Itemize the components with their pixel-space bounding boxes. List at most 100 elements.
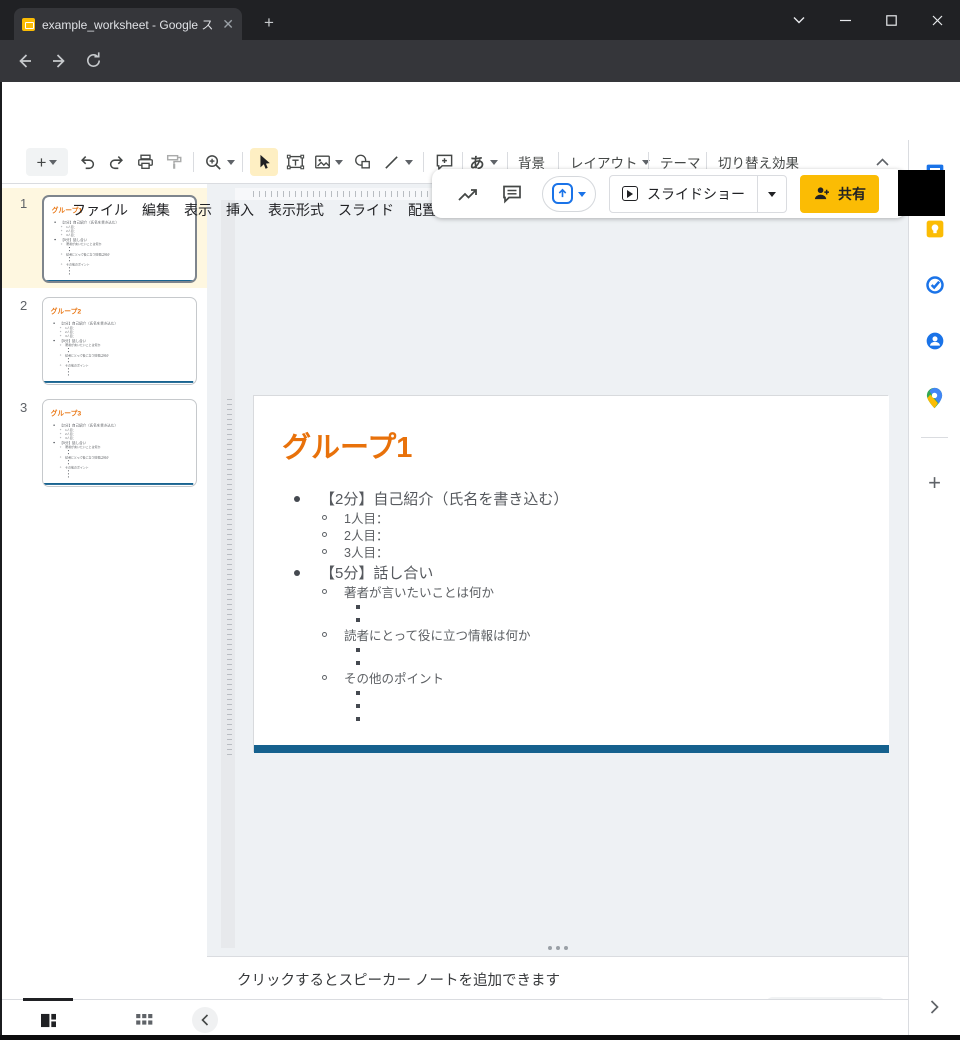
menu-item[interactable]: 編集 — [135, 198, 177, 222]
slideshow-dropdown[interactable] — [757, 176, 786, 212]
slideshow-button[interactable]: スライドショー — [609, 175, 787, 213]
slide-thumbnail-row[interactable]: 3 グループ3 【2分】自己紹介（氏名を書き込む）1人目：2人目：3人目：【5分】話… — [0, 392, 207, 492]
print-button[interactable] — [132, 148, 158, 176]
select-tool-button[interactable] — [250, 148, 278, 176]
filmstrip-view-icon[interactable] — [35, 1007, 61, 1033]
menu-item[interactable]: ファイル — [65, 198, 135, 222]
play-icon — [622, 186, 638, 201]
bullet-item: 2人目： — [282, 526, 873, 543]
menu-item[interactable]: スライド — [331, 198, 401, 222]
slide-thumbnail[interactable]: グループ2 【2分】自己紹介（氏名を書き込む）1人目：2人目：3人目：【5分】話し… — [42, 297, 197, 385]
browser-toolbar: docs.google.com/presentation/d/ ☆ シークレット… — [0, 40, 960, 82]
collapse-filmstrip-chevron[interactable] — [192, 1007, 218, 1033]
insert-shape-button[interactable] — [349, 148, 375, 176]
slide-thumbnail-row[interactable]: 2グループ2【2分】自己紹介（氏名を書き込む）1人目：2人目：3人目：【5分】話… — [0, 290, 207, 390]
reload-icon[interactable] — [84, 51, 103, 70]
paint-format-button[interactable] — [161, 148, 187, 176]
bullet-item: その他のポイント — [282, 669, 873, 686]
contacts-icon[interactable] — [909, 331, 960, 351]
bullet-item: 読者にとって役に立つ情報は何か — [282, 626, 873, 643]
titlebar: example_worksheet - Google スラ ✕ + — [0, 0, 960, 40]
share-button[interactable]: 共有 — [800, 175, 879, 213]
slide-body-text[interactable]: 【2分】自己紹介（氏名を書き込む）1人目：2人目：3人目：【5分】話し合い著者が… — [52, 219, 191, 275]
present-to-meet-button[interactable] — [542, 176, 596, 212]
menubar: ファイル編集表示挿入表示形式スライド配置 — [65, 198, 443, 222]
bullet-item: 【5分】話し合い — [282, 562, 873, 583]
chevron-down-icon — [578, 192, 586, 201]
chevron-down-icon — [49, 160, 57, 169]
menu-item[interactable]: 表示 — [177, 198, 219, 222]
bullet-item: 1人目： — [282, 509, 873, 526]
undo-button[interactable] — [74, 148, 100, 176]
bullet-item: 3人目： — [282, 543, 873, 560]
bullet-item — [282, 686, 873, 699]
comment-icon[interactable] — [490, 184, 534, 204]
notes-resize-handle[interactable] — [207, 946, 908, 950]
activity-icon[interactable] — [446, 185, 490, 203]
vertical-ruler — [221, 200, 235, 948]
app-header: example_worksheet ☆ ファイル編集表示挿入表示形式スライド配置 — [0, 82, 960, 140]
add-app-button[interactable]: + — [909, 470, 960, 496]
slide-canvas: グループ1 【2分】自己紹介（氏名を書き込む）1人目：2人目：3人目： 【5分】話し… — [207, 184, 908, 956]
slide-title[interactable]: グループ1 — [282, 424, 412, 466]
slide-body-text[interactable]: 【2分】自己紹介（氏名を書き込む）1人目：2人目：3人目： 【5分】話し合い著者が… — [282, 486, 873, 725]
avatar[interactable] — [898, 170, 945, 216]
bullet-item — [282, 643, 873, 656]
new-tab-button[interactable]: + — [264, 13, 274, 33]
expand-side-panel-chevron[interactable] — [909, 1000, 960, 1014]
minimize-button[interactable] — [822, 0, 868, 40]
slide-accent-bar — [254, 745, 889, 753]
maximize-button[interactable] — [868, 0, 914, 40]
forward-icon[interactable] — [50, 51, 70, 71]
slide-number: 1 — [20, 196, 27, 211]
slide-title[interactable]: グループ3 — [51, 408, 82, 418]
back-icon[interactable] — [14, 51, 34, 71]
bullet-item — [282, 600, 873, 613]
browser-tab[interactable]: example_worksheet - Google スラ ✕ — [14, 8, 242, 40]
slide-body-text[interactable]: 【2分】自己紹介（氏名を書き込む）1人目：2人目：3人目：【5分】話し合い著者が… — [51, 422, 190, 478]
menu-item[interactable]: 表示形式 — [261, 198, 331, 222]
line-dropdown[interactable] — [402, 148, 416, 176]
text-box-button[interactable] — [282, 148, 308, 176]
window-edge — [0, 1035, 960, 1040]
bullet-item — [282, 699, 873, 712]
tasks-icon[interactable] — [909, 275, 960, 295]
speaker-notes-placeholder[interactable]: クリックするとスピーカー ノートを追加できます — [237, 969, 560, 990]
active-view-indicator — [23, 998, 73, 1001]
bullet-item: 3人目： — [51, 436, 190, 440]
new-slide-button[interactable]: + — [26, 148, 68, 176]
bullet-item: 著者が言いたいことは何か — [282, 583, 873, 600]
slide-accent-bar — [44, 381, 193, 383]
bullet-item: 【2分】自己紹介（氏名を書き込む） — [282, 488, 873, 509]
bullet-item: 3人目： — [52, 233, 191, 237]
maps-icon[interactable] — [909, 387, 960, 409]
zoom-button[interactable] — [200, 148, 226, 176]
close-button[interactable] — [914, 0, 960, 40]
present-icon — [552, 183, 573, 204]
slide-thumbnail[interactable]: グループ3 【2分】自己紹介（氏名を書き込む）1人目：2人目：3人目：【5分】話し… — [42, 399, 197, 487]
redo-button[interactable] — [103, 148, 129, 176]
zoom-dropdown[interactable] — [224, 148, 238, 176]
bullet-item — [52, 272, 191, 275]
slide-accent-bar — [44, 483, 193, 485]
grid-view-icon[interactable] — [131, 1007, 157, 1033]
current-slide[interactable]: グループ1 【2分】自己紹介（氏名を書き込む）1人目：2人目：3人目： 【5分】話し… — [253, 395, 888, 752]
menu-item[interactable]: 挿入 — [219, 198, 261, 222]
person-add-icon — [813, 186, 830, 201]
slide-body-text[interactable]: 【2分】自己紹介（氏名を書き込む）1人目：2人目：3人目：【5分】話し合い著者が… — [51, 320, 190, 376]
keep-icon[interactable] — [909, 219, 960, 239]
header-actions-card: スライドショー 共有 — [432, 169, 906, 218]
filmstrip-panel: 1グループ1【2分】自己紹介（氏名を書き込む）1人目：2人目：3人目：【5分】話… — [0, 184, 207, 999]
bullet-item — [51, 475, 190, 478]
insert-line-button[interactable] — [378, 148, 404, 176]
bullet-item: 3人目： — [51, 334, 190, 338]
image-dropdown[interactable] — [332, 148, 346, 176]
tab-search-icon[interactable] — [776, 0, 822, 40]
slide-number: 3 — [20, 400, 27, 415]
rail-divider — [921, 437, 948, 438]
tab-close-icon[interactable]: ✕ — [222, 17, 234, 31]
share-label: 共有 — [838, 184, 866, 204]
slide-title[interactable]: グループ2 — [51, 306, 82, 316]
slideshow-label: スライドショー — [647, 184, 745, 204]
slides-favicon — [22, 18, 35, 31]
